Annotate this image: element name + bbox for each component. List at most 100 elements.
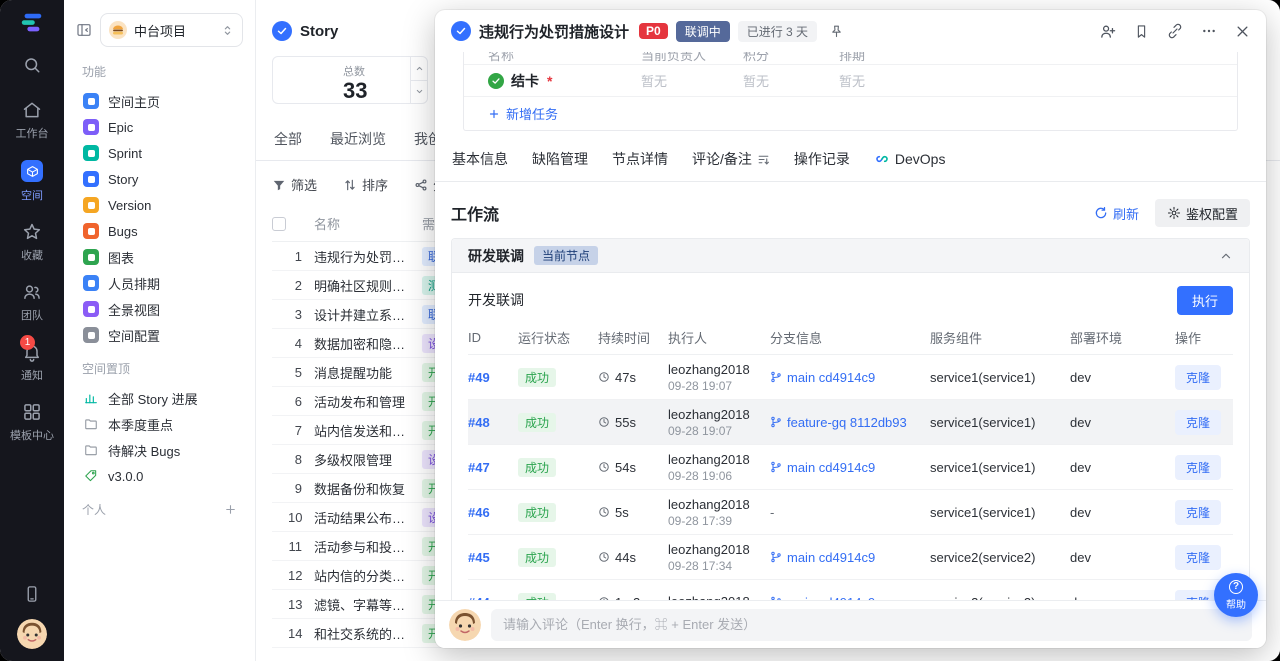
run-row[interactable]: #44 成功 1m2s leozhang2018 — [468, 580, 1233, 600]
select-all-checkbox[interactable] — [272, 217, 286, 231]
help-button[interactable]: ? 帮助 — [1214, 573, 1258, 617]
summary-prev-icon[interactable] — [411, 57, 427, 80]
clone-button[interactable]: 克隆 — [1175, 545, 1221, 570]
story-name: 站内信发送和… — [314, 421, 422, 440]
run-row[interactable]: #46 成功 5s leozhang2018 09-28 17:39 — [468, 490, 1233, 535]
detail-tab[interactable]: 缺陷管理 — [531, 139, 589, 181]
clone-button[interactable]: 克隆 — [1175, 410, 1221, 435]
run-id-link[interactable]: #48 — [468, 415, 518, 430]
sidebar-pinned-item[interactable]: 待解决 Bugs — [76, 437, 243, 463]
project-selector[interactable]: 中台项目 — [100, 13, 243, 47]
run-env: dev — [1070, 415, 1175, 430]
story-name: 多级权限管理 — [314, 450, 422, 469]
run-row[interactable]: #45 成功 44s leozhang2018 09-28 17:34 — [468, 535, 1233, 580]
sidebar-function-item[interactable]: 全景视图 — [76, 296, 243, 322]
subtask-row[interactable]: 结卡 * 暂无 暂无 暂无 — [464, 64, 1237, 96]
priority-badge[interactable]: P0 — [639, 23, 668, 39]
function-item-icon — [83, 171, 99, 187]
notification-badge: 1 — [20, 335, 35, 350]
auth-config-button[interactable]: 鉴权配置 — [1155, 199, 1250, 227]
rail-item-label: 通知 — [21, 367, 43, 383]
sidebar-function-item[interactable]: 图表 — [76, 244, 243, 270]
close-icon[interactable] — [1235, 24, 1250, 39]
clone-button[interactable]: 克隆 — [1175, 500, 1221, 525]
branch-link[interactable]: main cd4914c9 — [770, 550, 930, 565]
app-window: 工作台 空间 收藏 团队 1 通知 模板中心 — [0, 0, 1280, 661]
detail-tab[interactable]: 评论/备注 — [691, 139, 771, 181]
branch-link[interactable]: feature-gq 8112db93 — [770, 415, 930, 430]
pinned-item-label: 全部 Story 进展 — [108, 389, 198, 408]
pinned-item-label: 待解决 Bugs — [108, 441, 180, 460]
branch-link[interactable]: main cd4914c9 — [770, 370, 930, 385]
left-rail: 工作台 空间 收藏 团队 1 通知 模板中心 — [0, 0, 64, 661]
filter-button[interactable]: 筛选 — [272, 175, 317, 194]
detail-tab[interactable]: 基本信息 — [451, 139, 509, 181]
pin-icon[interactable] — [829, 24, 844, 39]
run-id-link[interactable]: #46 — [468, 505, 518, 520]
chevron-up-icon — [1219, 249, 1233, 263]
detail-tab[interactable]: DevOps — [873, 139, 947, 181]
add-personal-icon[interactable] — [224, 503, 237, 516]
link-icon[interactable] — [1167, 23, 1183, 39]
run-id-link[interactable]: #47 — [468, 460, 518, 475]
sidebar-function-item[interactable]: 空间主页 — [76, 88, 243, 114]
stage-header[interactable]: 研发联调 当前节点 — [452, 239, 1249, 273]
sidebar-function-item[interactable]: Epic — [76, 114, 243, 140]
run-service: service1(service1) — [930, 415, 1070, 430]
function-item-label: 空间配置 — [108, 326, 160, 345]
story-name: 活动结果公布… — [314, 508, 422, 527]
run-duration: 54s — [615, 460, 636, 475]
branch-link[interactable]: - — [770, 505, 930, 520]
clone-button[interactable]: 克隆 — [1175, 455, 1221, 480]
collapse-sidebar-icon[interactable] — [76, 22, 92, 38]
branch-link[interactable]: main cd4914c9 — [770, 460, 930, 475]
mobile-app-icon[interactable] — [23, 585, 41, 603]
status-badge[interactable]: 联调中 — [676, 21, 730, 42]
rail-item-favorites[interactable]: 收藏 — [21, 222, 43, 263]
add-member-icon[interactable] — [1099, 23, 1116, 40]
rail-item-templates[interactable]: 模板中心 — [10, 402, 54, 443]
list-tab[interactable]: 最近浏览 — [328, 120, 388, 160]
summary-next-icon[interactable] — [411, 80, 427, 104]
function-item-label: 图表 — [108, 248, 134, 267]
refresh-button[interactable]: 刷新 — [1094, 204, 1139, 223]
run-row[interactable]: #48 成功 55s leozhang2018 09-28 19:07 — [468, 400, 1233, 445]
run-duration: 44s — [615, 550, 636, 565]
app-logo-icon[interactable] — [19, 10, 45, 36]
rail-item-notifications[interactable]: 1 通知 — [21, 342, 43, 383]
sidebar-pinned-item[interactable]: 本季度重点 — [76, 411, 243, 437]
rail-item-team[interactable]: 团队 — [21, 282, 43, 323]
required-star: * — [547, 73, 552, 89]
story-type-icon — [451, 21, 471, 41]
run-env: dev — [1070, 370, 1175, 385]
sidebar-function-item[interactable]: Story — [76, 166, 243, 192]
sidebar-pinned-item[interactable]: v3.0.0 — [76, 463, 243, 489]
sidebar-function-item[interactable]: 人员排期 — [76, 270, 243, 296]
run-id-link[interactable]: #45 — [468, 550, 518, 565]
user-avatar[interactable] — [17, 619, 47, 649]
more-icon[interactable] — [1201, 23, 1217, 39]
run-row[interactable]: #49 成功 47s leozhang2018 09-28 19:07 — [468, 355, 1233, 400]
sidebar-function-item[interactable]: 空间配置 — [76, 322, 243, 348]
function-item-icon — [83, 145, 99, 161]
rail-item-space[interactable]: 空间 — [21, 160, 43, 203]
sort-button[interactable]: 排序 — [343, 175, 388, 194]
run-id-link[interactable]: #49 — [468, 370, 518, 385]
sidebar-function-item[interactable]: Sprint — [76, 140, 243, 166]
clone-button[interactable]: 克隆 — [1175, 365, 1221, 390]
detail-tab[interactable]: 操作记录 — [793, 139, 851, 181]
sidebar-function-item[interactable]: Version — [76, 192, 243, 218]
run-row[interactable]: #47 成功 54s leozhang2018 09-28 19:06 — [468, 445, 1233, 490]
function-item-icon — [83, 223, 99, 239]
sidebar-function-item[interactable]: Bugs — [76, 218, 243, 244]
rail-item-workbench[interactable]: 工作台 — [16, 100, 49, 141]
bookmark-icon[interactable] — [1134, 24, 1149, 39]
execute-button[interactable]: 执行 — [1177, 286, 1233, 315]
sidebar-pinned-item[interactable]: 全部 Story 进展 — [76, 385, 243, 411]
search-icon[interactable] — [23, 56, 41, 74]
stage-name: 研发联调 — [468, 246, 524, 266]
add-task-button[interactable]: 新增任务 — [464, 96, 1237, 130]
detail-tab[interactable]: 节点详情 — [611, 139, 669, 181]
list-tab[interactable]: 全部 — [272, 120, 304, 160]
comment-input[interactable] — [491, 609, 1252, 641]
